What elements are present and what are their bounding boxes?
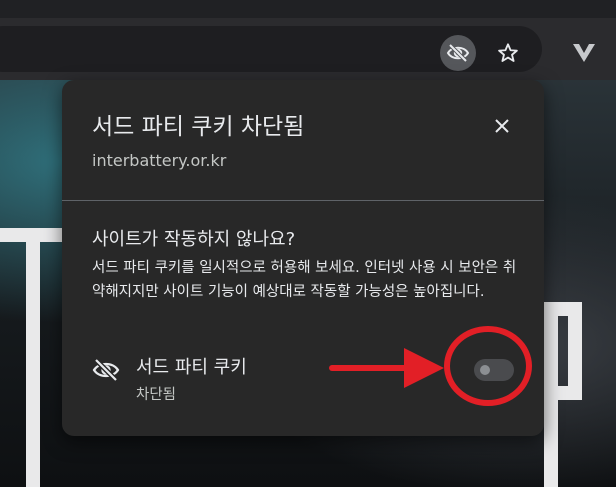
eye-off-icon	[92, 358, 120, 382]
screen: 서드 파티 쿠키 차단됨 interbattery.or.kr 사이트가 작동하…	[0, 0, 616, 487]
popup-title: 서드 파티 쿠키 차단됨	[92, 114, 305, 140]
site-domain: interbattery.or.kr	[92, 151, 227, 170]
third-party-cookie-indicator-button[interactable]	[440, 35, 476, 71]
extension-button[interactable]	[566, 35, 602, 71]
tab-strip	[0, 0, 616, 18]
star-icon	[498, 43, 518, 62]
close-button[interactable]	[486, 110, 518, 142]
extension-v-icon	[573, 44, 595, 62]
toolbar	[0, 18, 616, 80]
help-question-title: 사이트가 작동하지 않나요?	[92, 229, 296, 250]
annotation-arrow	[329, 348, 444, 388]
annotation-circle	[444, 326, 532, 406]
help-description: 서드 파티 쿠키를 일시적으로 허용해 보세요. 인터넷 사용 시 보안은 취약…	[92, 260, 517, 300]
bg-graphic	[544, 302, 558, 487]
bookmark-button[interactable]	[490, 35, 526, 71]
eye-off-icon	[446, 43, 470, 63]
close-icon	[495, 119, 509, 133]
cookie-setting-label: 서드 파티 쿠키	[136, 357, 247, 378]
cookie-setting-status: 차단됨	[136, 387, 177, 403]
bg-graphic	[26, 228, 40, 487]
divider	[62, 200, 544, 201]
